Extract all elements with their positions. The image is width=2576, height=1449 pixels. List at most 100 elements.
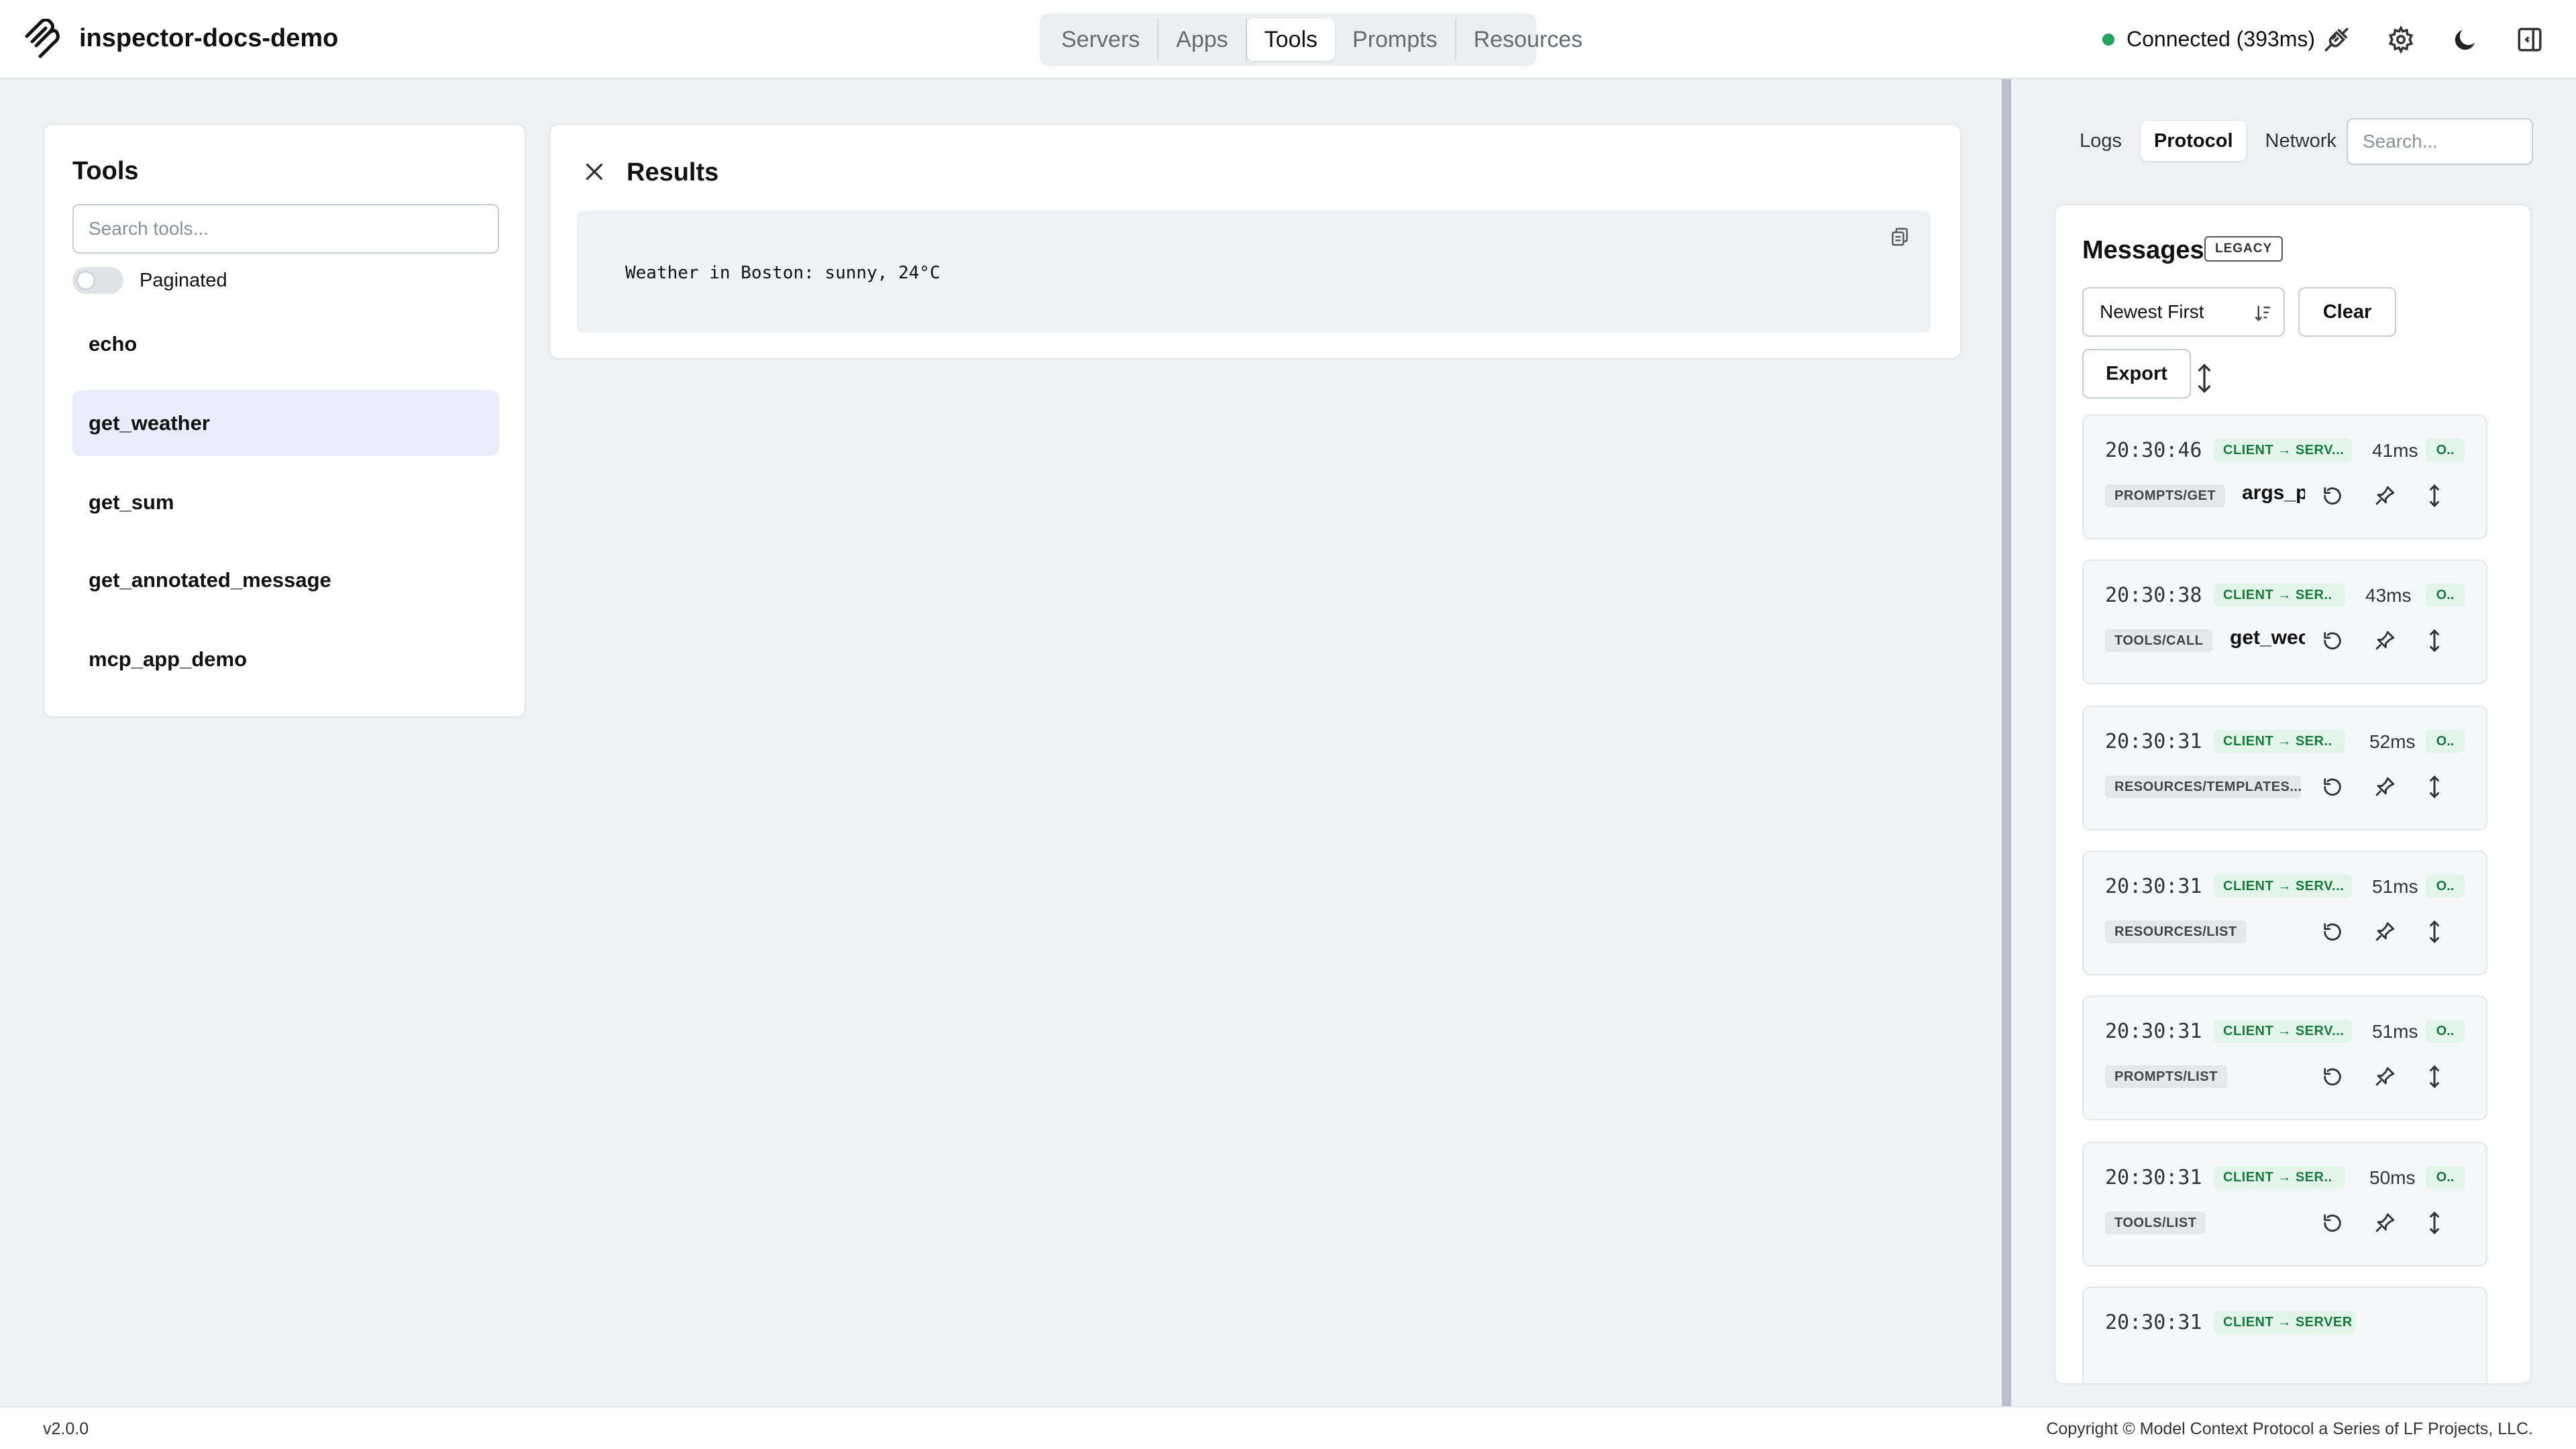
status-badge: O.. bbox=[2426, 584, 2465, 606]
results-title: Results bbox=[627, 158, 719, 186]
toggle-knob bbox=[76, 271, 95, 290]
message-item[interactable]: 20:30:31 CLIENT → SERV... 51ms O.. PROMPTS/L… bbox=[2082, 996, 2487, 1120]
panel-toggle-icon[interactable] bbox=[2516, 25, 2544, 54]
replay-icon[interactable] bbox=[2321, 1064, 2344, 1089]
pin-icon[interactable] bbox=[2373, 1064, 2396, 1089]
replay-icon[interactable] bbox=[2321, 774, 2344, 800]
direction-badge: CLIENT → SERVER bbox=[2214, 1311, 2356, 1334]
replay-icon[interactable] bbox=[2321, 628, 2344, 653]
close-icon[interactable] bbox=[582, 160, 606, 184]
messages-panel: Messages LEGACY Newest First Clear Expor… bbox=[2054, 204, 2532, 1385]
inspector-tabs: Logs Protocol Network bbox=[2066, 119, 2350, 162]
expand-icon[interactable] bbox=[2423, 483, 2446, 508]
sort-icon bbox=[2253, 303, 2273, 323]
tool-item-get-annotated-message[interactable]: get_annotated_message bbox=[72, 547, 499, 613]
tool-item-mcp-app-demo[interactable]: mcp_app_demo bbox=[72, 627, 499, 692]
method-badge: TOOLS/LIST bbox=[2105, 1212, 2206, 1234]
message-duration: 41ms bbox=[2372, 440, 2418, 461]
results-panel: Results Weather in Boston: sunny, 24°C bbox=[549, 123, 1962, 360]
plug-icon[interactable] bbox=[2322, 25, 2351, 54]
pin-icon[interactable] bbox=[2373, 1210, 2396, 1236]
message-timestamp: 20:30:31 bbox=[2105, 730, 2202, 753]
export-button[interactable]: Export bbox=[2082, 349, 2191, 398]
direction-badge: CLIENT → SER.. bbox=[2214, 584, 2345, 606]
message-item[interactable]: 20:30:31 CLIENT → SER.. 52ms O.. RESOURCES/T… bbox=[2082, 706, 2487, 830]
replay-icon[interactable] bbox=[2321, 483, 2344, 508]
method-badge: PROMPTS/GET bbox=[2105, 484, 2226, 507]
message-duration: 50ms bbox=[2369, 1167, 2416, 1188]
pin-icon[interactable] bbox=[2373, 628, 2396, 653]
mcp-logo-icon[interactable] bbox=[23, 19, 60, 59]
status-badge: O.. bbox=[2426, 439, 2465, 462]
expand-icon[interactable] bbox=[2423, 774, 2446, 800]
method-badge: RESOURCES/TEMPLATES... bbox=[2105, 775, 2301, 798]
tab-network[interactable]: Network bbox=[2252, 121, 2350, 161]
copy-icon[interactable] bbox=[1889, 225, 1911, 248]
expand-icon[interactable] bbox=[2423, 628, 2446, 653]
method-badge: TOOLS/CALL bbox=[2105, 629, 2213, 652]
direction-badge: CLIENT → SERV... bbox=[2214, 875, 2352, 898]
search-tools-input[interactable] bbox=[72, 204, 499, 254]
app-title: inspector-docs-demo bbox=[79, 24, 339, 52]
message-item[interactable]: 20:30:38 CLIENT → SER.. 43ms O.. TOOLS/CALL g… bbox=[2082, 559, 2487, 684]
clear-button[interactable]: Clear bbox=[2298, 287, 2396, 337]
replay-icon[interactable] bbox=[2321, 1210, 2344, 1236]
message-item[interactable]: 20:30:31 CLIENT → SER.. 50ms O.. TOOLS/LIST bbox=[2082, 1142, 2487, 1267]
message-item[interactable]: 20:30:31 CLIENT → SERV... 51ms O.. RESOURCES… bbox=[2082, 851, 2487, 975]
nav-apps[interactable]: Apps bbox=[1159, 18, 1247, 61]
message-item[interactable]: 20:30:31 CLIENT → SERVER bbox=[2082, 1287, 2487, 1383]
message-timestamp: 20:30:31 bbox=[2105, 1166, 2202, 1189]
expand-icon[interactable] bbox=[2423, 919, 2446, 945]
moon-icon[interactable] bbox=[2451, 25, 2479, 54]
footer: v2.0.0 Copyright © Model Context Protoco… bbox=[0, 1406, 2576, 1449]
tool-item-get-weather[interactable]: get_weather bbox=[72, 390, 499, 456]
expand-icon[interactable] bbox=[2423, 1064, 2446, 1089]
pin-icon[interactable] bbox=[2373, 774, 2396, 800]
main-nav: Servers Apps Tools Prompts Resources bbox=[1040, 13, 1582, 66]
version-label: v2.0.0 bbox=[43, 1419, 89, 1438]
tools-panel: Tools Paginated echo get_weather get_sum… bbox=[43, 123, 526, 718]
nav-prompts[interactable]: Prompts bbox=[1335, 18, 1456, 61]
expand-icon[interactable] bbox=[2423, 1210, 2446, 1236]
message-timestamp: 20:30:31 bbox=[2105, 1020, 2202, 1043]
status-badge: O.. bbox=[2426, 1020, 2465, 1042]
message-name: args_p bbox=[2242, 482, 2305, 504]
direction-badge: CLIENT → SER.. bbox=[2214, 730, 2345, 753]
message-timestamp: 20:30:31 bbox=[2105, 875, 2202, 898]
nav-tools[interactable]: Tools bbox=[1246, 18, 1336, 61]
status-badge: O.. bbox=[2426, 875, 2465, 898]
pin-icon[interactable] bbox=[2373, 919, 2396, 945]
pin-icon[interactable] bbox=[2373, 483, 2396, 508]
tool-item-get-sum[interactable]: get_sum bbox=[72, 470, 499, 535]
status-text: Connected (393ms) bbox=[2127, 27, 2316, 51]
direction-badge: CLIENT → SER.. bbox=[2214, 1166, 2345, 1189]
message-duration: 51ms bbox=[2372, 876, 2418, 897]
sort-order-label: Newest First bbox=[2100, 301, 2204, 322]
tool-item-echo[interactable]: echo bbox=[72, 311, 499, 377]
direction-badge: CLIENT → SERV... bbox=[2214, 1020, 2352, 1042]
tools-title: Tools bbox=[72, 157, 139, 185]
search-messages-input[interactable] bbox=[2347, 118, 2533, 165]
right-panel: Logs Protocol Network Messages LEGACY Ne… bbox=[2011, 79, 2576, 1406]
nav-servers[interactable]: Servers bbox=[1044, 18, 1159, 61]
tab-logs[interactable]: Logs bbox=[2066, 121, 2135, 161]
sort-order-select[interactable]: Newest First bbox=[2082, 287, 2285, 337]
expand-all-icon[interactable] bbox=[2192, 361, 2216, 396]
paginated-toggle[interactable] bbox=[72, 267, 123, 294]
message-timestamp: 20:30:31 bbox=[2105, 1311, 2202, 1334]
panel-resize-handle[interactable] bbox=[2002, 79, 2011, 1406]
result-output: Weather in Boston: sunny, 24°C bbox=[577, 211, 1931, 333]
direction-badge: CLIENT → SERV... bbox=[2214, 439, 2352, 462]
status-badge: O.. bbox=[2426, 1166, 2465, 1189]
connection-status: Connected (393ms) bbox=[2102, 27, 2315, 52]
tab-protocol[interactable]: Protocol bbox=[2140, 121, 2247, 161]
message-item[interactable]: 20:30:46 CLIENT → SERV... 41ms O.. PROMPTS/G… bbox=[2082, 415, 2487, 539]
message-name: get_wec bbox=[2230, 627, 2305, 649]
status-badge: O.. bbox=[2426, 730, 2465, 753]
nav-resources[interactable]: Resources bbox=[1456, 18, 1601, 61]
replay-icon[interactable] bbox=[2321, 919, 2344, 945]
gear-icon[interactable] bbox=[2387, 25, 2415, 54]
message-timestamp: 20:30:38 bbox=[2105, 584, 2202, 607]
messages-title: Messages bbox=[2082, 236, 2204, 264]
legacy-badge: LEGACY bbox=[2204, 236, 2284, 262]
